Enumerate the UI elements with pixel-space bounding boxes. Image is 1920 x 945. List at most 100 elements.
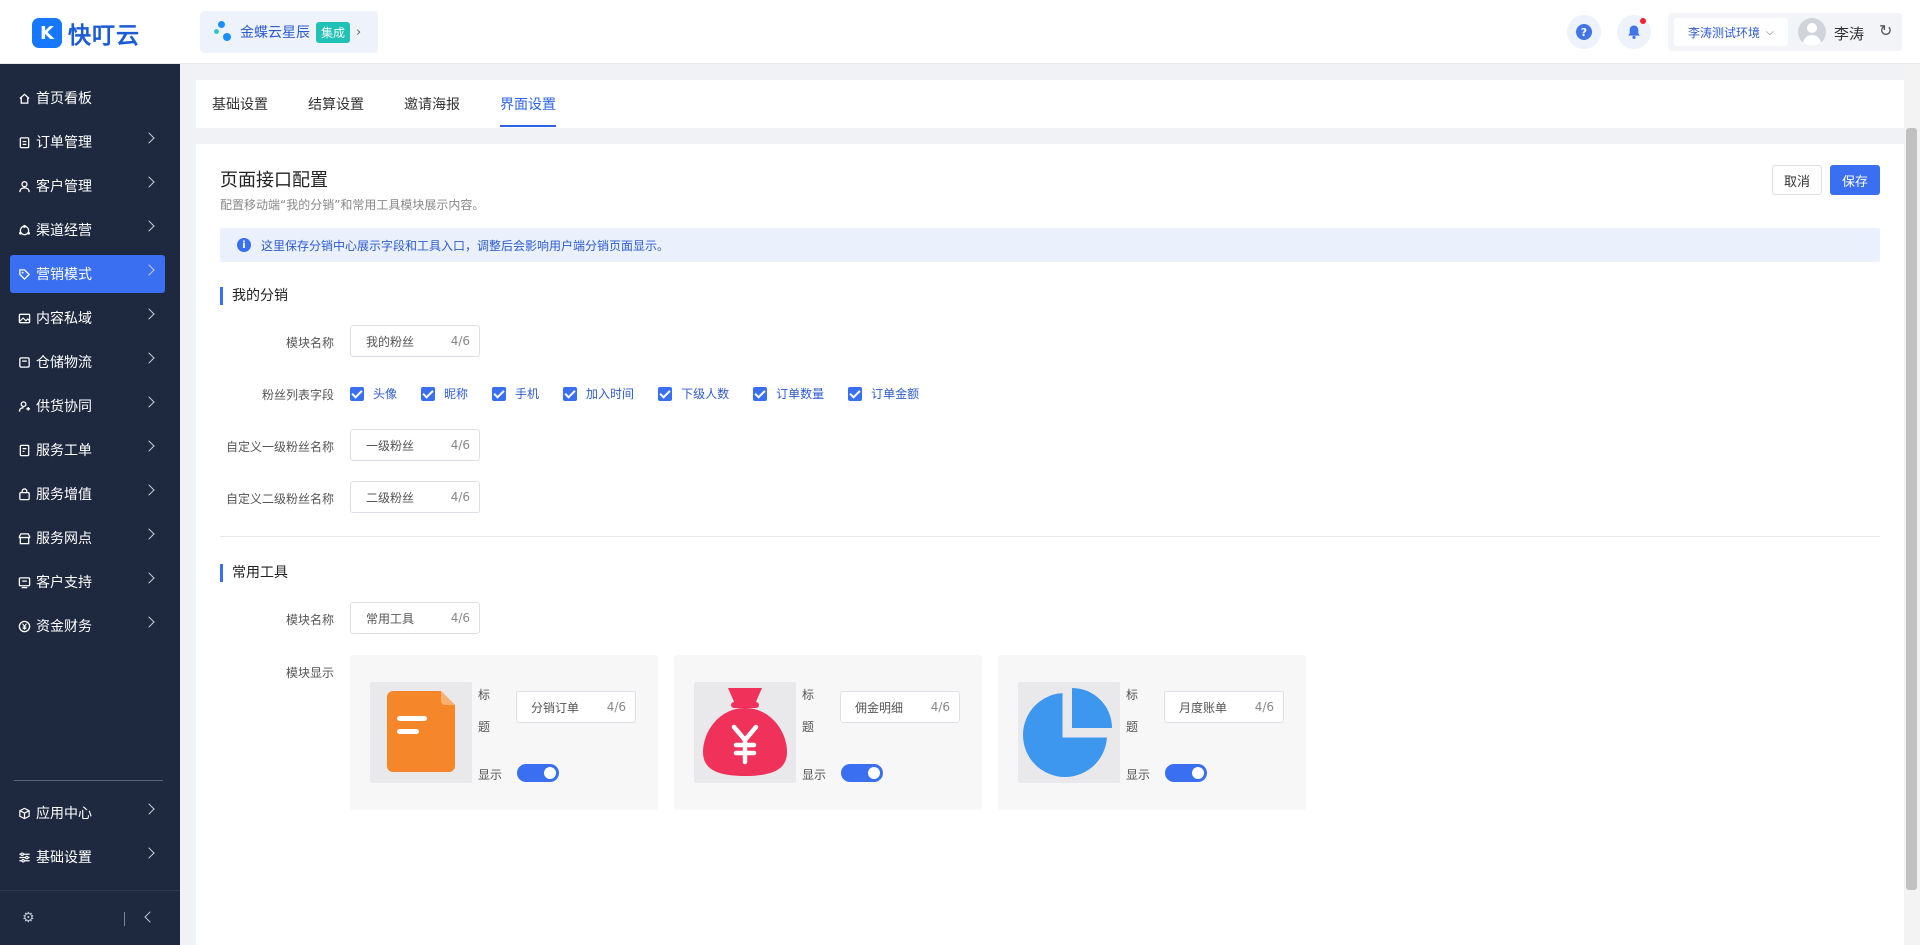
checkbox-checked-icon[interactable] — [492, 386, 507, 401]
sidebar-item-bottom-1[interactable]: 基础设置 — [10, 838, 165, 876]
environment-value: 李涛测试环境 — [1688, 25, 1761, 40]
level1-name-input[interactable]: 一级粉丝 4/6 — [350, 429, 480, 461]
app-logo[interactable]: K 快叮云 — [32, 16, 140, 50]
info-banner: i 这里保存分销中心展示字段和工具入口，调整后会影响用户端分销页面显示。 — [220, 228, 1880, 262]
chevron-right-icon — [143, 308, 155, 320]
avatar[interactable] — [1798, 18, 1826, 46]
tool-show-toggle[interactable] — [1165, 764, 1207, 782]
char-counter: 4/6 — [450, 438, 470, 452]
sidebar-item-label: 内容私域 — [36, 311, 92, 327]
checkbox-checked-icon[interactable] — [350, 386, 364, 401]
level2-name-label: 自定义二级粉丝名称 — [225, 492, 334, 506]
chevron-right-icon — [143, 396, 155, 408]
sidebar-item-label: 客户管理 — [36, 179, 92, 195]
sidebar-item-5[interactable]: 内容私域 — [10, 299, 165, 337]
sidebar-item-label: 服务工单 — [36, 443, 92, 459]
tool-image — [694, 682, 796, 783]
org-name: 金蝶云星辰 — [240, 25, 310, 41]
tab-settlement-settings[interactable]: 结算设置 — [308, 94, 364, 114]
org-badge: 集成 — [316, 21, 351, 43]
fan-field-checkbox[interactable]: 下级人数 — [658, 385, 729, 402]
tool-title-input[interactable]: 分销订单 4/6 — [516, 691, 636, 723]
fan-field-checkbox[interactable]: 头像 — [350, 385, 397, 402]
chevron-right-icon — [143, 528, 155, 540]
sidebar-item-0[interactable]: 首页看板 — [10, 79, 165, 117]
box-icon — [17, 355, 31, 369]
input-value: 月度账单 — [1179, 700, 1228, 715]
level1-name-label: 自定义一级粉丝名称 — [225, 440, 334, 454]
checkbox-label: 订单数量 — [776, 387, 825, 401]
tab-interface-settings[interactable]: 界面设置 — [500, 94, 556, 114]
sidebar-item-6[interactable]: 仓储物流 — [10, 343, 165, 381]
refresh-icon[interactable]: ↻ — [1879, 21, 1892, 40]
tool-title-input[interactable]: 月度账单 4/6 — [1164, 691, 1284, 723]
help-button[interactable]: ? — [1567, 15, 1601, 49]
org-switcher[interactable]: 金蝶云星辰 集成 › — [200, 11, 378, 53]
sidebar-item-10[interactable]: 服务网点 — [10, 519, 165, 557]
save-button[interactable]: 保存 — [1830, 165, 1880, 195]
sidebar-item-7[interactable]: 供货协同 — [10, 387, 165, 425]
sidebar-item-bottom-0[interactable]: 应用中心 — [10, 794, 165, 832]
yuan-icon — [17, 619, 31, 633]
sidebar-item-4[interactable]: 营销模式 — [10, 255, 165, 293]
tag-icon — [17, 267, 31, 281]
fan-field-checkbox[interactable]: 手机 — [492, 385, 539, 402]
notification-button[interactable] — [1617, 15, 1651, 49]
chevron-down-icon: ⌵ — [1766, 26, 1774, 38]
checkbox-checked-icon[interactable] — [848, 386, 863, 401]
fan-field-checkbox[interactable]: 昵称 — [421, 385, 468, 402]
input-value: 二级粉丝 — [366, 490, 415, 505]
level2-name-input[interactable]: 二级粉丝 4/6 — [350, 481, 480, 513]
collapse-sidebar-icon[interactable] — [144, 911, 156, 923]
checkbox-checked-icon[interactable] — [421, 386, 436, 401]
char-counter: 4/6 — [606, 700, 626, 714]
section-title-common-tools: 常用工具 — [220, 564, 288, 582]
checkbox-checked-icon[interactable] — [753, 386, 768, 401]
checkbox-checked-icon[interactable] — [563, 386, 578, 401]
page-scrollbar-thumb[interactable] — [1906, 128, 1917, 890]
org-logo-icon — [214, 21, 234, 43]
tool-image — [370, 682, 472, 783]
checkbox-label: 手机 — [515, 387, 540, 401]
checkbox-checked-icon[interactable] — [658, 386, 673, 401]
chevron-right-icon — [143, 132, 155, 144]
chevron-right-icon — [143, 264, 155, 276]
info-text: 这里保存分销中心展示字段和工具入口，调整后会影响用户端分销页面显示。 — [261, 238, 670, 253]
tool-show-toggle[interactable] — [517, 764, 559, 782]
tab-basic-settings[interactable]: 基础设置 — [212, 94, 268, 114]
module-name-input[interactable]: 我的粉丝 4/6 — [350, 325, 480, 357]
fan-field-checkbox[interactable]: 加入时间 — [563, 385, 634, 402]
user-name[interactable]: 李涛 — [1834, 23, 1864, 44]
fan-field-checkbox[interactable]: 订单金额 — [848, 385, 919, 402]
environment-select[interactable]: 李涛测试环境 ⌵ — [1674, 18, 1788, 46]
tool-card-commission-details: 标题 佣金明细 4/6 显示 — [674, 655, 982, 810]
logo-mark-icon: K — [32, 18, 62, 48]
fan-field-checkbox[interactable]: 订单数量 — [753, 385, 824, 402]
sidebar-item-12[interactable]: 资金财务 — [10, 607, 165, 645]
sidebar-item-3[interactable]: 渠道经营 — [10, 211, 165, 249]
notification-dot — [1640, 18, 1646, 24]
gear-icon[interactable]: ⚙ — [22, 910, 35, 926]
bag-icon — [17, 487, 31, 501]
chevron-right-icon — [143, 440, 155, 452]
sidebar-divider — [14, 780, 163, 781]
sidebar-item-11[interactable]: 客户支持 — [10, 563, 165, 601]
store-icon — [17, 531, 31, 545]
fan-fields-checkbox-group: 头像 昵称 手机 加入时间 下级人数 订单数量 订单金额 — [350, 385, 943, 402]
tool-title-input[interactable]: 佣金明细 4/6 — [840, 691, 960, 723]
tab-invite-poster[interactable]: 邀请海报 — [404, 94, 460, 114]
tool-show-toggle[interactable] — [841, 764, 883, 782]
sidebar-item-8[interactable]: 服务工单 — [10, 431, 165, 469]
image-icon — [17, 311, 31, 325]
sidebar-item-2[interactable]: 客户管理 — [10, 167, 165, 205]
sidebar-item-9[interactable]: 服务增值 — [10, 475, 165, 513]
sidebar-item-1[interactable]: 订单管理 — [10, 123, 165, 161]
cancel-button[interactable]: 取消 — [1772, 165, 1822, 195]
chevron-right-icon — [143, 352, 155, 364]
tools-module-name-input[interactable]: 常用工具 4/6 — [350, 602, 480, 634]
sidebar-item-label: 首页看板 — [36, 91, 92, 107]
checkbox-label: 昵称 — [444, 387, 469, 401]
info-icon: i — [237, 238, 251, 252]
chevron-right-icon — [143, 176, 155, 188]
sidebar-item-label: 服务网点 — [36, 531, 92, 547]
